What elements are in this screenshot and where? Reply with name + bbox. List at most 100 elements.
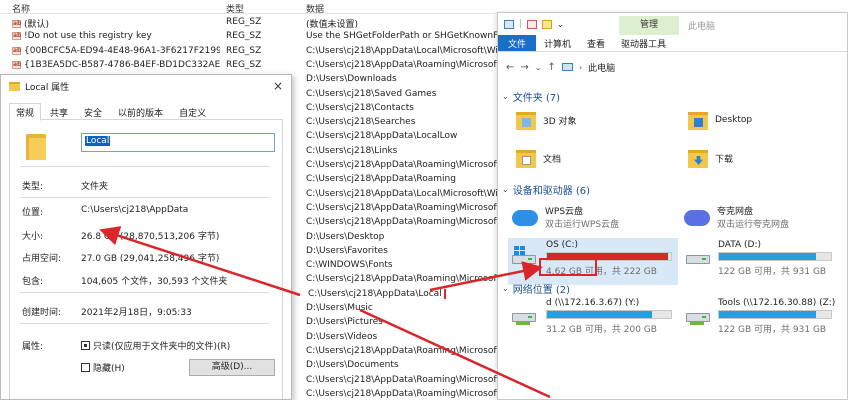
- chevron-down-icon[interactable]: ⌄: [502, 185, 509, 194]
- new-folder-icon[interactable]: [542, 19, 553, 29]
- close-icon[interactable]: ×: [273, 79, 283, 93]
- net-drive-z-free: 122 GB 可用，共 931 GB: [718, 325, 827, 335]
- contains-value: 104,605 个文件，30,593 个文件夹: [81, 277, 228, 287]
- reg-value-data: C:\Users\cj218\AppData\Local\Microsoft\W…: [306, 188, 500, 199]
- quark-cloud-item[interactable]: 夸克网盘 双击运行夸克网盘: [684, 204, 789, 230]
- reg-value-data: D:\Users\Pictures: [306, 317, 383, 328]
- size-value: 26.8 GB (28,870,513,206 字节): [81, 232, 220, 242]
- string-value-icon: ab: [12, 32, 22, 41]
- breadcrumb[interactable]: 此电脑: [588, 61, 615, 74]
- folder-item-label: 3D 对象: [543, 116, 577, 127]
- tab-sharing[interactable]: 共享: [43, 103, 75, 119]
- string-value-icon: ab: [12, 60, 22, 69]
- checkbox-unchecked[interactable]: [81, 363, 90, 372]
- network-drive-icon: [510, 304, 538, 326]
- attributes-label: 属性:: [22, 342, 44, 352]
- documents-icon: [514, 146, 538, 170]
- network-group-header[interactable]: ⌄ 网络位置 (2): [502, 281, 570, 296]
- string-value-icon: ab: [12, 19, 22, 28]
- folder-item-downloads[interactable]: 下载: [686, 146, 733, 170]
- readonly-checkbox[interactable]: 只读(仅应用于文件夹中的文件)(R): [81, 339, 230, 352]
- chevron-down-icon[interactable]: ⌄: [502, 284, 509, 293]
- 3d-objects-icon: [514, 108, 538, 132]
- checkbox-indeterminate[interactable]: [81, 341, 90, 350]
- table-row[interactable]: ab (默认) REG_SZ (数值未设置): [0, 16, 500, 30]
- forward-icon[interactable]: →: [520, 62, 528, 73]
- chevron-down-icon[interactable]: ⌄: [502, 92, 509, 101]
- table-row[interactable]: ab {00BCFC5A-ED94-4E48-96A1-3F6217F21990}…: [0, 45, 500, 59]
- network-group-title: 网络位置 (2): [512, 285, 571, 296]
- general-pane: Local 类型: 文件夹 位置: C:\Users\cj218\AppData…: [9, 120, 283, 399]
- drive-d-usage-bar: [718, 252, 832, 261]
- net-drive-y-free: 31.2 GB 可用，共 200 GB: [546, 325, 657, 335]
- file-explorer-window: | ⌄ 管理 此电脑 文件 计算机 查看 驱动器工具 ← → ⌄ ↑ › 此电脑…: [497, 12, 848, 400]
- net-drive-z-name[interactable]: Tools (\\172.16.30.88) (Z:): [718, 298, 835, 308]
- reg-value-type: REG_SZ: [226, 31, 262, 42]
- folders-group-header[interactable]: ⌄ 文件夹 (7): [502, 89, 560, 104]
- folder-item-label: Desktop: [715, 115, 753, 125]
- computer-icon: [504, 19, 514, 29]
- table-row[interactable]: ab {1B3EA5DC-B587-4786-B4EF-BD1DC332AEAE}…: [0, 59, 500, 73]
- hard-drive-icon: [684, 246, 712, 268]
- table-row[interactable]: ab !Do not use this registry key REG_SZ Use…: [0, 30, 500, 44]
- up-icon[interactable]: ↑: [547, 62, 555, 73]
- reg-value-data: C:\Users\cj218\AppData\Roaming\Microsoft…: [306, 202, 500, 213]
- reg-value-data: D:\Users\Music: [306, 303, 373, 313]
- tab-file[interactable]: 文件: [498, 35, 537, 51]
- contains-label: 包含:: [22, 277, 44, 287]
- reg-value-data: C:\Users\cj218\Searches: [306, 117, 416, 128]
- header-name[interactable]: 名称: [12, 2, 30, 15]
- hidden-label: 隐藏(H): [93, 364, 125, 374]
- type-label: 类型:: [22, 182, 44, 192]
- tab-security[interactable]: 安全: [77, 103, 109, 119]
- dialog-titlebar[interactable]: Local 属性: [1, 75, 291, 97]
- properties-icon[interactable]: [527, 19, 538, 29]
- drive-d-free: 122 GB 可用，共 931 GB: [718, 267, 827, 277]
- tab-customize[interactable]: 自定义: [172, 103, 213, 119]
- chevron-down-icon[interactable]: ⌄: [557, 20, 564, 29]
- folder-item-documents[interactable]: 文档: [514, 146, 561, 170]
- divider: [20, 292, 270, 293]
- advanced-button[interactable]: 高级(D)...: [189, 359, 275, 376]
- created-label: 创建时间:: [22, 308, 62, 318]
- reg-value-data: C:\Users\cj218\AppData\Roaming: [306, 174, 456, 185]
- reg-value-name: ab (默认): [12, 19, 50, 30]
- back-icon[interactable]: ←: [506, 62, 514, 73]
- location-label: 位置:: [22, 208, 44, 218]
- reg-value-data: C:\Users\cj218\AppData\Roaming\Microsoft…: [306, 345, 500, 356]
- folders-group-title: 文件夹 (7): [512, 93, 561, 104]
- tab-general[interactable]: 常规: [9, 103, 42, 121]
- reg-value-data: C:\Users\cj218\AppData\Roaming\Microsoft…: [306, 274, 500, 285]
- tab-view[interactable]: 查看: [579, 35, 613, 51]
- header-type[interactable]: 类型: [226, 2, 244, 15]
- divider: [20, 197, 270, 198]
- recent-chevron-icon[interactable]: ⌄: [535, 63, 542, 72]
- folder-name-input[interactable]: Local: [81, 133, 275, 152]
- drive-d-name: DATA (D:): [718, 240, 762, 250]
- hidden-checkbox[interactable]: 隐藏(H): [81, 361, 125, 374]
- net-drive-y-name[interactable]: d (\\172.16.3.67) (Y:): [546, 298, 639, 308]
- devices-group-header[interactable]: ⌄ 设备和驱动器 (6): [502, 182, 590, 197]
- folder-icon: [26, 134, 46, 160]
- breadcrumb-chevron-icon[interactable]: ›: [579, 63, 582, 72]
- tab-drive-tools[interactable]: 驱动器工具: [613, 35, 674, 51]
- reg-value-data: C:\Users\cj218\Links: [306, 145, 398, 156]
- reg-value-type: REG_SZ: [226, 59, 262, 70]
- folder-icon: [9, 81, 20, 91]
- reg-value-data: (数值未设置): [306, 20, 359, 30]
- wps-cloud-item[interactable]: WPS云盘 双击运行WPS云盘: [512, 204, 619, 230]
- net-drive-y-usage-fill: [547, 311, 652, 318]
- net-drive-z-usage-fill: [719, 311, 817, 318]
- tab-computer[interactable]: 计算机: [536, 35, 579, 51]
- manage-context-tab[interactable]: 管理: [619, 16, 679, 35]
- reg-value-name: ab {1B3EA5DC-B587-4786-B4EF-BD1DC332AEAE}: [12, 59, 220, 70]
- header-data[interactable]: 数据: [306, 2, 324, 15]
- folder-item-3d-objects[interactable]: 3D 对象: [514, 108, 577, 132]
- folder-item-desktop[interactable]: Desktop: [686, 108, 752, 132]
- dialog-tabs: 常规 共享 安全 以前的版本 自定义: [9, 103, 283, 121]
- reg-value-type: REG_SZ: [226, 17, 262, 27]
- reg-value-name: ab !Do not use this registry key: [12, 31, 152, 42]
- readonly-label: 只读(仅应用于文件夹中的文件)(R): [93, 342, 231, 352]
- disk-size-label: 占用空间:: [22, 254, 62, 264]
- tab-previous-versions[interactable]: 以前的版本: [111, 103, 170, 119]
